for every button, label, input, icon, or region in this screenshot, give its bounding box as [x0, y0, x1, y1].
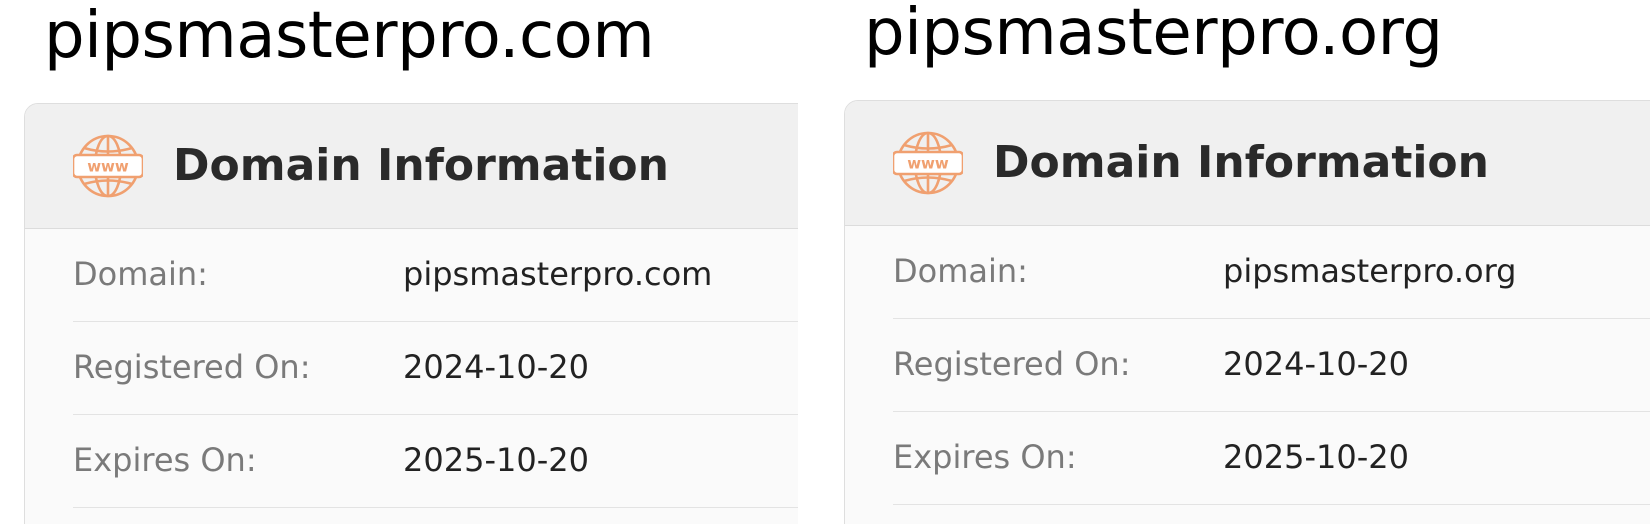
row-label: Expires On:: [893, 438, 1077, 476]
row-value: 2024-10-20: [1223, 345, 1409, 383]
row-domain: Domain: pipsmasterpro.com: [73, 229, 798, 322]
row-value: pipsmasterpro.com: [403, 255, 713, 293]
info-rows: Domain: pipsmasterpro.org Registered On:…: [845, 226, 1650, 505]
panel-org: pipsmasterpro.org www Domain Information…: [820, 0, 1650, 524]
svg-text:www: www: [87, 158, 129, 176]
row-value: 2025-10-20: [403, 441, 589, 479]
domain-title: pipsmasterpro.com: [44, 0, 655, 73]
row-expires-on: Expires On: 2025-10-20: [893, 412, 1650, 505]
row-registered-on: Registered On: 2024-10-20: [73, 322, 798, 415]
card-heading: Domain Information: [173, 140, 669, 191]
card-header: www Domain Information: [845, 101, 1650, 226]
domain-info-card: www Domain Information Domain: pipsmaste…: [844, 100, 1650, 524]
row-label: Domain:: [893, 252, 1028, 290]
row-label: Registered On:: [893, 345, 1131, 383]
www-globe-icon: www: [73, 134, 143, 198]
row-registered-on: Registered On: 2024-10-20: [893, 319, 1650, 412]
domain-info-card: www Domain Information Domain: pipsmaste…: [24, 103, 798, 524]
row-value: 2025-10-20: [1223, 438, 1409, 476]
row-value: 2024-10-20: [403, 348, 589, 386]
www-globe-icon: www: [893, 131, 963, 195]
row-label: Registered On:: [73, 348, 311, 386]
svg-text:www: www: [907, 155, 949, 173]
domain-title: pipsmasterpro.org: [864, 0, 1443, 70]
card-header: www Domain Information: [25, 104, 798, 229]
row-label: Expires On:: [73, 441, 257, 479]
row-expires-on: Expires On: 2025-10-20: [73, 415, 798, 508]
row-domain: Domain: pipsmasterpro.org: [893, 226, 1650, 319]
card-heading: Domain Information: [993, 137, 1489, 188]
row-label: Domain:: [73, 255, 208, 293]
row-value: pipsmasterpro.org: [1223, 252, 1517, 290]
panel-com: pipsmasterpro.com www Domain Information…: [0, 0, 798, 524]
info-rows: Domain: pipsmasterpro.com Registered On:…: [25, 229, 798, 508]
